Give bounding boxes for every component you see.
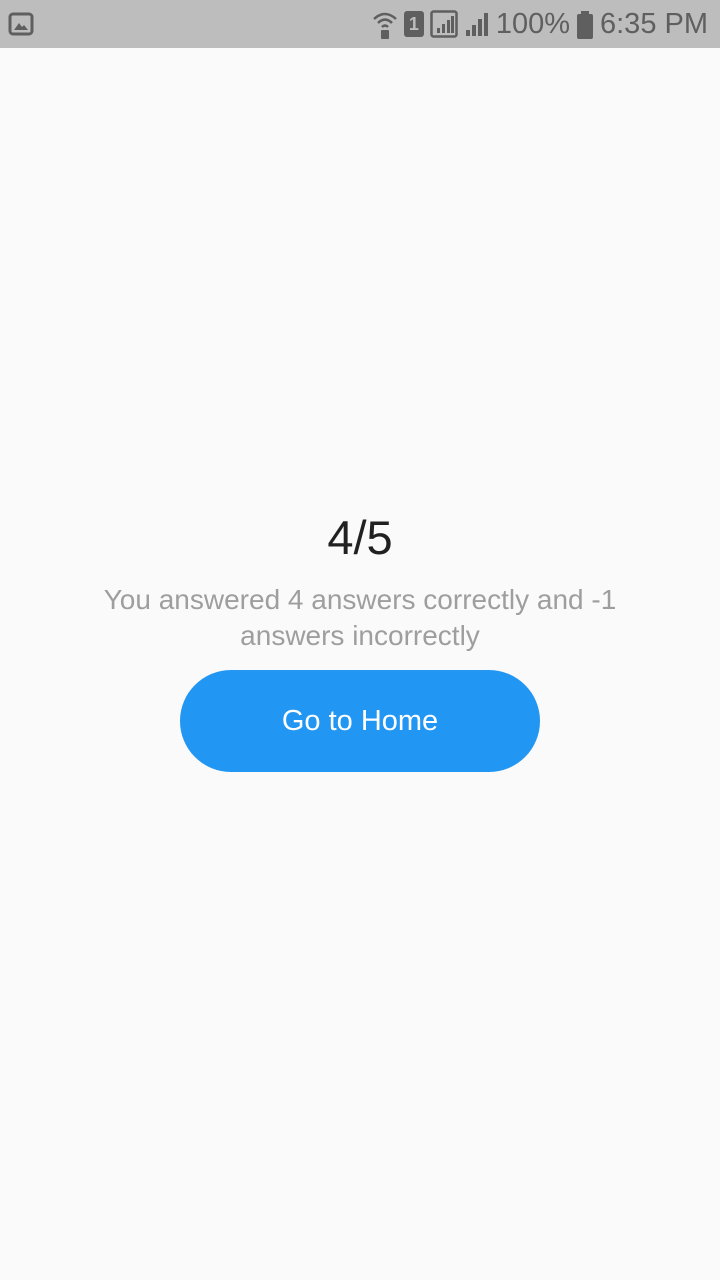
go-to-home-button[interactable]: Go to Home [180,670,540,772]
status-icons: 1 100% 6:35 PM [372,0,708,48]
wifi-calling-icon [372,10,398,39]
score-text: 4/5 [327,511,393,564]
result-message: You answered 4 answers correctly and -1 … [103,584,617,651]
signal-sim2-icon [464,10,490,38]
sim-1-icon: 1 [403,11,424,37]
signal-sim1-icon [430,10,458,38]
clock: 6:35 PM [600,8,708,40]
result-screen: 4/5 You answered 4 answers correctly and… [0,48,720,1280]
gallery-notification-icon [8,12,34,36]
status-bar: 1 100% 6:35 PM [0,0,720,48]
battery-percent: 100% [495,8,570,40]
battery-icon [576,10,594,39]
